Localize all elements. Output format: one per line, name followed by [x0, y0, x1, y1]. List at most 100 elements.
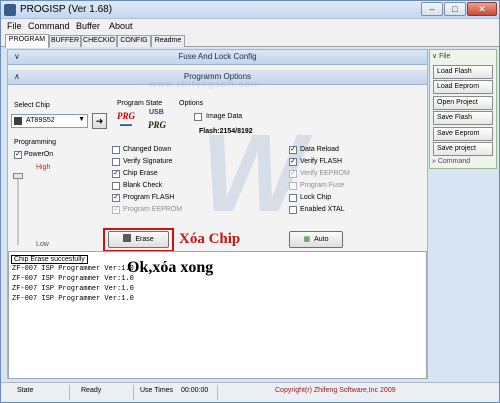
- auto-icon: ▦: [303, 236, 311, 243]
- log-line: ZF-007 ISP Programmer Ver:1.0: [12, 265, 134, 273]
- close-button[interactable]: ✕: [467, 2, 497, 16]
- log-line-erase-success: Chip Erase succesfully: [11, 255, 88, 264]
- save-flash-button[interactable]: Save Flash: [433, 111, 493, 125]
- log-line: ZF-007 ISP Programmer Ver:1.0: [12, 295, 134, 303]
- auto-button-label: Auto: [314, 236, 329, 243]
- flash-usage: Flash:2154/8192: [199, 128, 253, 135]
- left-checkbox-4[interactable]: ✓: [112, 194, 120, 202]
- copyright-text: Copyright(r) Zhifeng Software,Inc 2009: [275, 387, 396, 394]
- right-checkbox-5[interactable]: [289, 206, 297, 214]
- left-option-label: Verify Signature: [123, 158, 173, 165]
- side-command-panel: ∨ File Load Flash Load Eeprom Open Proje…: [429, 49, 497, 169]
- program-state-label: Program State: [117, 100, 163, 107]
- title-bar: PROGISP (Ver 1.68) – □ ✕: [1, 1, 499, 19]
- left-checkbox-5: ✓: [112, 206, 120, 214]
- minimize-button[interactable]: –: [421, 2, 443, 16]
- app-icon: [4, 4, 16, 16]
- arrow-right-icon: ➜: [95, 116, 104, 126]
- chip-select[interactable]: AT89S52 ▼: [11, 114, 88, 128]
- right-option-label: Verify EEPROM: [300, 170, 350, 177]
- power-on-checkbox[interactable]: ✓: [14, 151, 22, 159]
- file-section-header[interactable]: ∨ File: [432, 52, 450, 60]
- chip-select-value: AT89S52: [26, 117, 55, 124]
- chevron-down-icon: ▼: [78, 116, 85, 123]
- speed-high-label: High: [36, 164, 51, 171]
- eraser-icon: [123, 234, 132, 242]
- menu-file[interactable]: File: [7, 21, 22, 31]
- use-times-value: 00:00:00: [181, 387, 209, 394]
- tab-readme[interactable]: Readme: [151, 35, 185, 47]
- usb-label: USB: [149, 109, 164, 116]
- select-chip-label: Select Chip: [14, 102, 50, 109]
- programm-options-header[interactable]: ∧ Programm Options: [8, 70, 427, 85]
- xoa-chip-annotation: Xóa Chip: [179, 231, 241, 247]
- ok-xoa-xong-annotation: Ok,xóa xong: [127, 259, 214, 276]
- tab-buffer[interactable]: BUFFER: [49, 35, 81, 47]
- window-title: PROGISP (Ver 1.68): [20, 4, 113, 15]
- menu-about[interactable]: About: [109, 21, 133, 31]
- state-label: State: [17, 387, 34, 394]
- erase-button[interactable]: Erase: [108, 231, 169, 248]
- chevron-up-icon: ∧: [14, 72, 20, 81]
- save-project-button[interactable]: Save project: [433, 142, 493, 156]
- left-option-label: Chip Erase: [123, 170, 158, 177]
- fuse-lock-config-header[interactable]: ∨ Fuse And Lock Config: [8, 50, 427, 65]
- auto-button[interactable]: ▦ Auto: [289, 231, 343, 248]
- command-section-header[interactable]: » Command: [432, 158, 470, 165]
- tab-bar: PROGRAM BUFFER CHECKIO CONFIG Readme: [1, 33, 499, 48]
- speed-low-label: Low: [36, 241, 49, 248]
- usb-prg-icon: PRG: [148, 120, 166, 130]
- left-option-label: Changed Down: [123, 146, 172, 153]
- chevron-down-icon: ∨: [14, 52, 20, 61]
- left-option-label: Program FLASH: [123, 194, 175, 201]
- load-eeprom-button[interactable]: Load Eeprom: [433, 80, 493, 94]
- right-option-label: Verify FLASH: [300, 158, 343, 165]
- maximize-button[interactable]: □: [444, 2, 466, 16]
- left-checkbox-3[interactable]: [112, 182, 120, 190]
- menu-buffer[interactable]: Buffer: [76, 21, 100, 31]
- log-line: ZF-007 ISP Programmer Ver:1.0: [12, 285, 134, 293]
- use-times-label: Use Times: [140, 387, 174, 394]
- right-checkbox-0[interactable]: ✓: [289, 146, 297, 154]
- left-checkbox-0[interactable]: [112, 146, 120, 154]
- select-chip-arrow-button[interactable]: ➜: [92, 113, 107, 129]
- left-option-label: Program EEPROM: [123, 206, 183, 213]
- right-checkbox-3: [289, 182, 297, 190]
- options-label: Options: [179, 100, 204, 107]
- log-line: ZF-007 ISP Programmer Ver:1.0: [12, 275, 134, 283]
- chevron-icon: ∨: [432, 53, 438, 60]
- left-checkbox-2[interactable]: ✓: [112, 170, 120, 178]
- menu-bar: File Command Buffer About: [1, 19, 499, 33]
- save-eeprom-button[interactable]: Save Eeprom: [433, 127, 493, 141]
- tab-checkio[interactable]: CHECKIO: [81, 35, 117, 47]
- right-option-label: Data Reload: [300, 146, 339, 153]
- right-option-label: Program Fuse: [300, 182, 345, 189]
- open-project-button[interactable]: Open Project: [433, 96, 493, 110]
- double-chevron-icon: »: [432, 158, 436, 165]
- right-checkbox-1[interactable]: ✓: [289, 158, 297, 166]
- image-data-checkbox[interactable]: [194, 113, 202, 121]
- power-on-label: PowerOn: [24, 151, 54, 158]
- state-value: Ready: [81, 387, 102, 394]
- menu-command[interactable]: Command: [28, 21, 70, 31]
- programm-options-title: Programm Options: [183, 72, 252, 81]
- status-bar: State Ready Use Times 00:00:00 Copyright…: [1, 382, 499, 402]
- prg-icon: PRG: [117, 111, 135, 121]
- erase-button-label: Erase: [135, 236, 154, 243]
- load-flash-button[interactable]: Load Flash: [433, 65, 493, 79]
- log-output[interactable]: Chip Erase succesfully ZF-007 ISP Progra…: [8, 251, 427, 379]
- right-checkbox-4[interactable]: [289, 194, 297, 202]
- right-option-label: Enabled XTAL: [300, 206, 345, 213]
- chip-icon: [14, 117, 22, 125]
- image-data-label: Image Data: [206, 113, 243, 120]
- speed-slider[interactable]: [13, 173, 23, 245]
- tab-config[interactable]: CONFIG: [117, 35, 151, 47]
- right-checkbox-2: ✓: [289, 170, 297, 178]
- speed-slider-thumb[interactable]: [13, 173, 23, 179]
- tab-program[interactable]: PROGRAM: [5, 34, 49, 48]
- fuse-lock-title: Fuse And Lock Config: [178, 52, 257, 61]
- programming-label: Programming: [14, 139, 57, 146]
- app-window: PROGISP (Ver 1.68) – □ ✕ File Command Bu…: [0, 0, 500, 403]
- left-option-label: Blank Check: [123, 182, 163, 189]
- left-checkbox-1[interactable]: [112, 158, 120, 166]
